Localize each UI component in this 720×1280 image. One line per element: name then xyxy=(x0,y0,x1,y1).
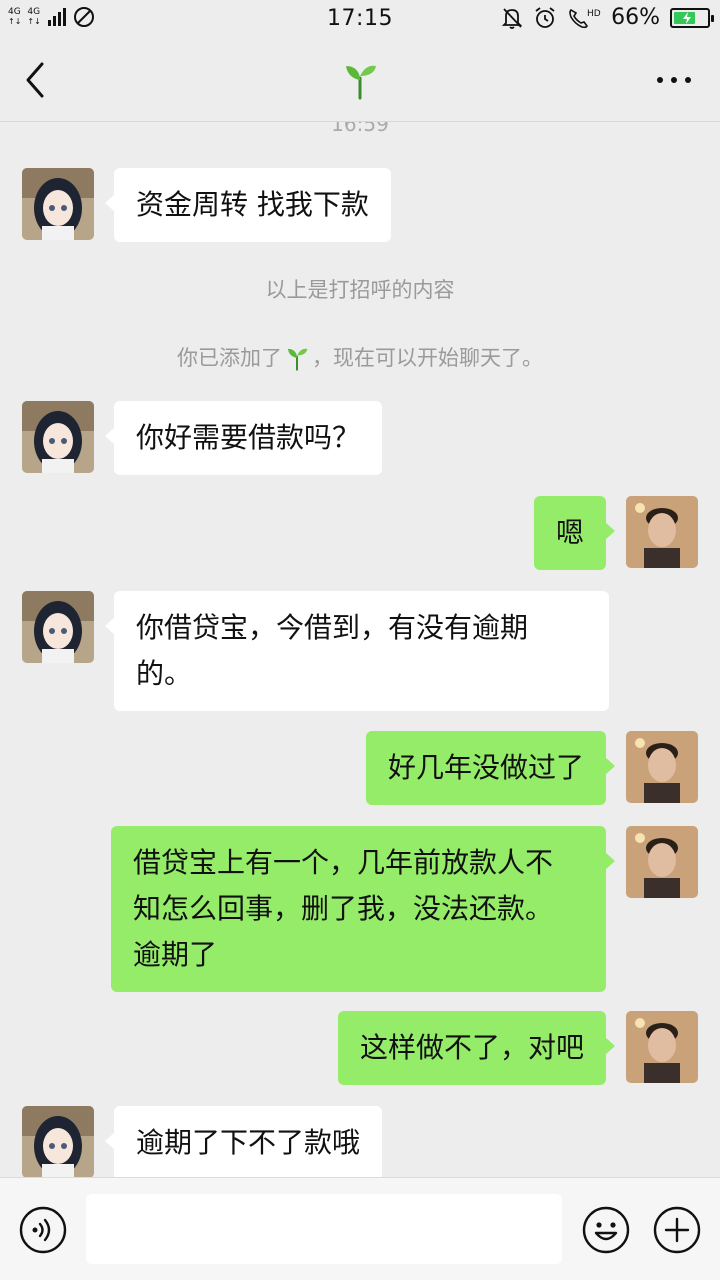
contact-avatar[interactable] xyxy=(22,1106,94,1177)
system-note-added: 你已添加了 ，现在可以开始聊天了。 xyxy=(0,342,720,372)
message-text-line: 借贷宝上有一个，几年前放款人不 xyxy=(133,846,554,879)
more-functions-button[interactable] xyxy=(652,1205,702,1255)
emoji-button[interactable] xyxy=(581,1205,631,1255)
user-avatar[interactable] xyxy=(626,731,698,803)
message-bubble-incoming[interactable]: 逾期了下不了款哦 xyxy=(104,1106,383,1177)
system-note-suffix: ，现在可以开始聊天了。 xyxy=(312,346,543,370)
emoji-icon xyxy=(582,1206,630,1254)
message-bubble-outgoing[interactable]: 嗯 xyxy=(533,496,616,570)
input-bar xyxy=(0,1177,720,1280)
user-avatar[interactable] xyxy=(626,826,698,898)
contact-avatar[interactable] xyxy=(22,591,94,663)
message-bubble-outgoing[interactable]: 这样做不了，对吧 xyxy=(337,1011,616,1085)
chat-header xyxy=(0,38,720,122)
system-note-greeting: 以上是打招呼的内容 xyxy=(265,278,455,302)
message-text-line: 你借贷宝，今借到，有没有逾期 xyxy=(136,611,529,644)
voice-button[interactable] xyxy=(18,1205,68,1255)
message-text: 好几年没做过了 xyxy=(387,751,584,784)
message-text-line: 逾期了 xyxy=(133,938,218,971)
contact-avatar[interactable] xyxy=(22,401,94,473)
battery-icon xyxy=(670,7,714,28)
message-timestamp: 16:59 xyxy=(331,122,389,136)
plus-icon xyxy=(653,1206,701,1254)
message-text: 资金周转 找我下款 xyxy=(136,188,369,221)
battery-percent: 66% xyxy=(611,5,660,30)
chevron-left-icon xyxy=(26,62,44,98)
message-text: 嗯 xyxy=(555,516,584,549)
message-bubble-outgoing[interactable]: 借贷宝上有一个，几年前放款人不 知怎么回事，删了我，没法还款。 逾期了 xyxy=(111,826,615,992)
contact-avatar[interactable] xyxy=(22,168,94,240)
back-button[interactable] xyxy=(18,58,58,102)
status-bar: 4G ↑↓ 4G ↑↓ 17:15 HD 66% xyxy=(0,0,720,38)
message-bubble-incoming[interactable]: 你好需要借款吗？ xyxy=(104,401,383,475)
message-text-line: 的。 xyxy=(136,657,193,690)
message-bubble-incoming[interactable]: 资金周转 找我下款 xyxy=(105,168,391,242)
user-avatar[interactable] xyxy=(626,1011,698,1083)
status-right: HD 66% xyxy=(501,5,714,30)
message-bubble-incoming[interactable]: 你借贷宝，今借到，有没有逾期 的。 xyxy=(105,591,609,711)
more-dots-icon xyxy=(657,77,691,83)
alarm-icon xyxy=(535,6,555,28)
message-text: 逾期了下不了款哦 xyxy=(136,1126,361,1159)
system-note-prefix: 你已添加了 xyxy=(177,346,282,370)
battery-fill xyxy=(674,11,696,24)
message-text-line: 知怎么回事，删了我，没法还款。 xyxy=(133,892,554,925)
more-options-button[interactable] xyxy=(650,60,698,100)
mute-icon xyxy=(501,7,523,29)
message-text: 这样做不了，对吧 xyxy=(359,1031,584,1064)
hd-call-icon: HD xyxy=(569,8,601,28)
sprout-icon xyxy=(346,65,376,100)
voice-icon xyxy=(19,1206,67,1254)
message-bubble-outgoing[interactable]: 好几年没做过了 xyxy=(365,731,616,805)
message-text: 你好需要借款吗？ xyxy=(136,421,361,454)
svg-text:HD: HD xyxy=(587,9,601,19)
sprout-icon xyxy=(287,348,308,371)
chat-area[interactable]: 16:59 资金周转 找我下款 以上是打招呼的内容 你已添加了 ，现在可以开始聊… xyxy=(0,122,720,1177)
message-input[interactable] xyxy=(86,1194,562,1264)
user-avatar[interactable] xyxy=(626,496,698,568)
